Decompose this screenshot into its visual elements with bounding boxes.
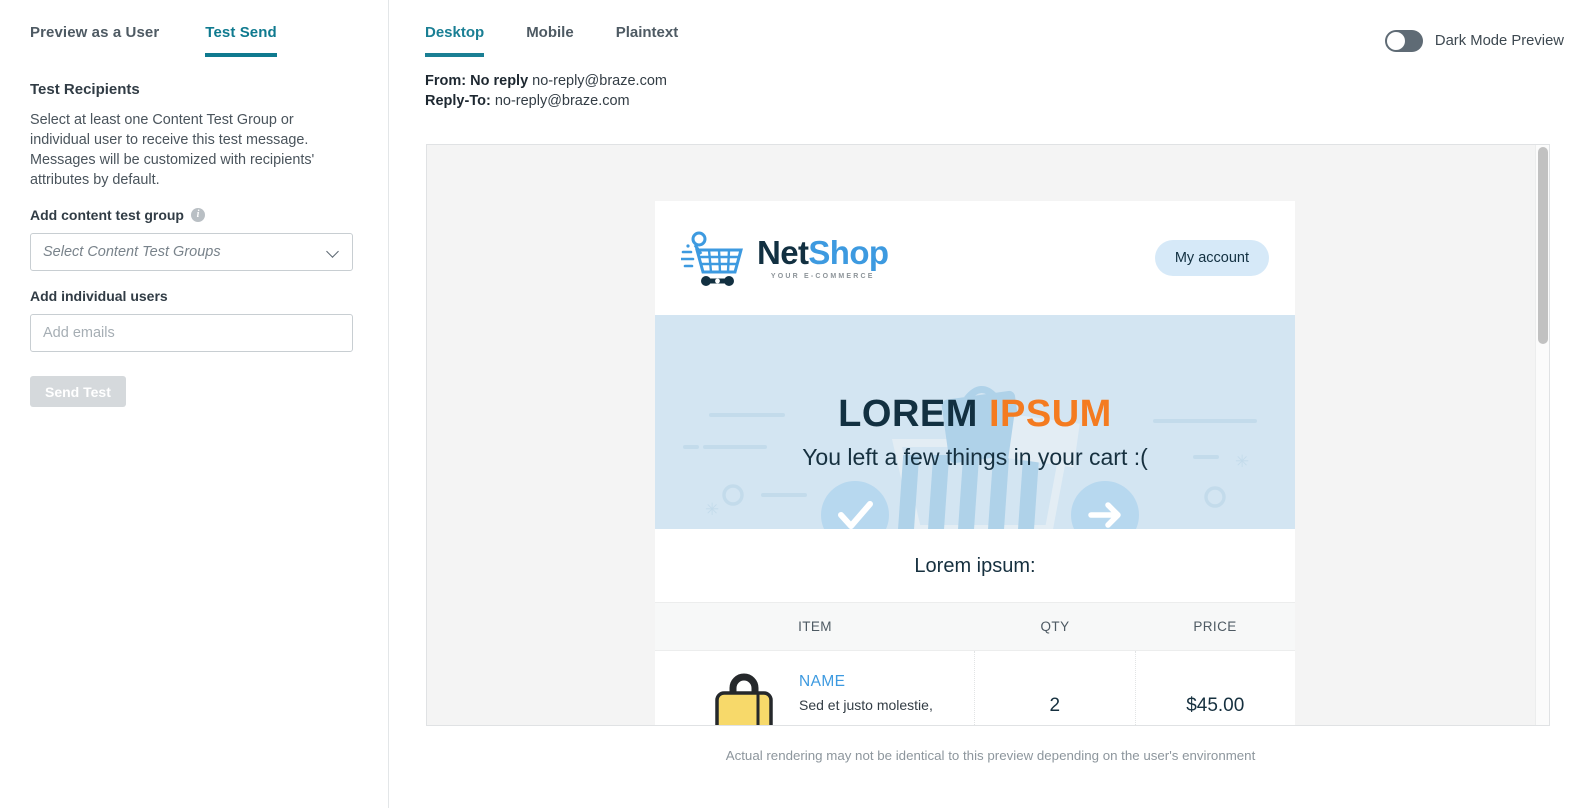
table-header-row: ITEM QTY PRICE bbox=[655, 602, 1295, 651]
email-preview-viewport: NetShop YOUR E-COMMERCE My account ✳ ✳ ✳… bbox=[426, 144, 1550, 726]
content-test-group-label-text: Add content test group bbox=[30, 207, 184, 223]
reply-to-label: Reply-To: bbox=[425, 93, 491, 109]
left-panel-tabs: Preview as a User Test Send bbox=[0, 0, 388, 66]
my-account-button[interactable]: My account bbox=[1154, 240, 1269, 276]
preview-disclaimer: Actual rendering may not be identical to… bbox=[725, 748, 1256, 763]
hero-title: LOREM IPSUM bbox=[655, 315, 1295, 436]
individual-users-label-text: Add individual users bbox=[30, 288, 168, 304]
tab-test-send[interactable]: Test Send bbox=[205, 0, 277, 57]
preview-scrollbar-track[interactable] bbox=[1535, 145, 1549, 725]
from-label: From: bbox=[425, 73, 467, 89]
hero-title-part-2: IPSUM bbox=[988, 393, 1112, 435]
chevron-down-icon bbox=[327, 246, 340, 259]
logo-word-shop: Shop bbox=[808, 234, 889, 271]
tab-preview-as-a-user[interactable]: Preview as a User bbox=[30, 0, 159, 57]
send-test-button[interactable]: Send Test bbox=[30, 376, 126, 407]
from-email: no-reply@braze.com bbox=[532, 73, 667, 89]
cart-section-title: Lorem ipsum: bbox=[655, 529, 1295, 602]
column-header-item: ITEM bbox=[655, 602, 975, 651]
test-recipients-heading: Test Recipients bbox=[30, 81, 140, 98]
reply-to-email: no-reply@braze.com bbox=[494, 93, 630, 109]
from-line: From: No reply no-reply@braze.com bbox=[425, 71, 1592, 91]
test-send-panel: Preview as a User Test Send Test Recipie… bbox=[0, 0, 389, 808]
tab-plaintext[interactable]: Plaintext bbox=[616, 0, 679, 57]
app-root: Preview as a User Test Send Test Recipie… bbox=[0, 0, 1592, 808]
email-hero-banner: ✳✳ ✳✳ bbox=[655, 315, 1295, 529]
individual-users-label: Add individual users bbox=[30, 288, 358, 304]
yellow-bag-icon bbox=[715, 673, 773, 725]
dark-mode-label: Dark Mode Preview bbox=[1434, 33, 1564, 49]
content-test-group-label: Add content test group i bbox=[30, 207, 358, 223]
cart-items-table: ITEM QTY PRICE NAME Sed et justo molesti… bbox=[655, 602, 1295, 725]
dark-mode-toggle[interactable] bbox=[1384, 30, 1423, 52]
dark-mode-preview-control: Dark Mode Preview bbox=[1384, 30, 1564, 52]
table-row: NAME Sed et justo molestie, 2 $45.00 bbox=[655, 650, 1295, 725]
test-recipients-description: Select at least one Content Test Group o… bbox=[30, 112, 315, 188]
item-description: Sed et justo molestie, bbox=[799, 697, 933, 713]
add-emails-input[interactable] bbox=[30, 314, 353, 352]
netshop-logo: NetShop YOUR E-COMMERCE bbox=[681, 230, 889, 286]
email-headers: From: No reply no-reply@braze.com Reply-… bbox=[389, 57, 1592, 111]
item-name[interactable]: NAME bbox=[799, 673, 933, 691]
logo-word-net: Net bbox=[757, 234, 809, 271]
email-preview-panel: Desktop Mobile Plaintext Dark Mode Previ… bbox=[389, 0, 1592, 808]
email-header: NetShop YOUR E-COMMERCE My account bbox=[655, 201, 1295, 315]
hero-subtitle: You left a few things in your cart :( bbox=[802, 444, 1148, 470]
svg-text:✳: ✳ bbox=[705, 500, 719, 519]
shopping-cart-icon bbox=[681, 231, 743, 286]
cell-price: $45.00 bbox=[1186, 695, 1245, 716]
column-header-qty: QTY bbox=[975, 602, 1135, 651]
tab-mobile[interactable]: Mobile bbox=[526, 0, 574, 57]
netshop-wordmark: NetShop YOUR E-COMMERCE bbox=[757, 234, 889, 280]
content-test-groups-select[interactable]: Select Content Test Groups bbox=[30, 233, 353, 271]
cell-qty: 2 bbox=[975, 650, 1136, 725]
preview-scrollbar-thumb[interactable] bbox=[1538, 147, 1548, 344]
hero-title-part-1: LOREM bbox=[838, 393, 978, 435]
email-body: NetShop YOUR E-COMMERCE My account ✳ ✳ ✳… bbox=[655, 201, 1295, 725]
content-test-groups-placeholder: Select Content Test Groups bbox=[43, 244, 221, 260]
test-recipients-form: Test Recipients Select at least one Cont… bbox=[0, 81, 388, 407]
toggle-knob bbox=[1386, 32, 1405, 50]
netshop-name: NetShop bbox=[757, 234, 889, 271]
logo-tagline: YOUR E-COMMERCE bbox=[770, 273, 875, 280]
reply-to-line: Reply-To: no-reply@braze.com bbox=[425, 91, 1592, 111]
info-icon[interactable]: i bbox=[191, 208, 205, 222]
column-header-price: PRICE bbox=[1135, 602, 1295, 651]
cell-item: NAME Sed et justo molestie, bbox=[655, 651, 975, 725]
item-text-block: NAME Sed et justo molestie, bbox=[799, 673, 933, 725]
from-name: No reply bbox=[470, 73, 529, 89]
tab-desktop[interactable]: Desktop bbox=[425, 0, 485, 57]
